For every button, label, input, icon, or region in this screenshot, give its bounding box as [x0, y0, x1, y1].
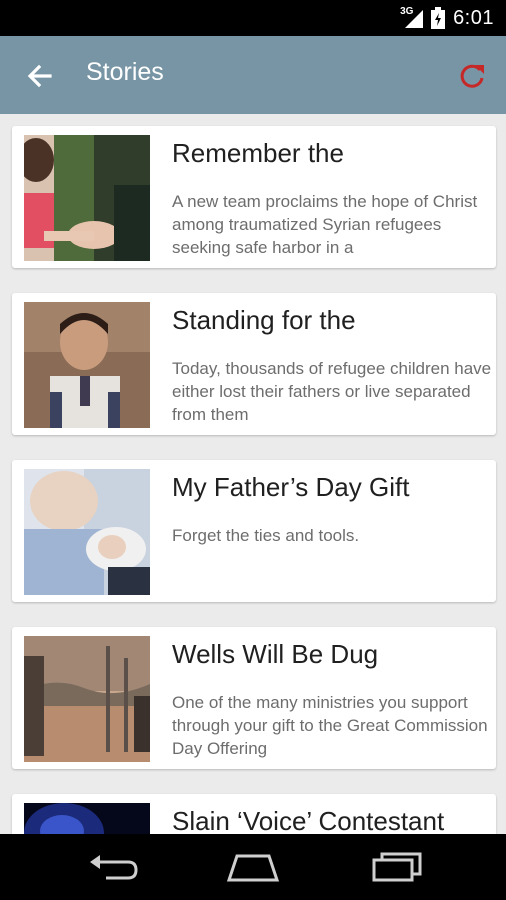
page-title: Stories	[86, 58, 164, 86]
refresh-icon[interactable]	[456, 60, 488, 92]
nav-home-icon[interactable]	[223, 850, 283, 884]
navigation-bar	[0, 834, 506, 900]
story-summary: Forget the ties and tools.	[172, 526, 360, 545]
story-list: Remember the A new team proclaims the ho…	[0, 114, 506, 834]
story-title: My Father’s Day Gift	[172, 472, 410, 502]
signal-icon: 3G	[400, 6, 424, 28]
story-card[interactable]: Remember the A new team proclaims the ho…	[12, 126, 496, 268]
story-thumbnail	[24, 636, 150, 762]
status-icons: 3G 6:01	[400, 0, 494, 36]
story-title: Wells Will Be Dug	[172, 639, 379, 669]
network-type-label: 3G	[400, 6, 414, 17]
app-bar: Stories	[0, 36, 506, 114]
nav-back-icon[interactable]	[84, 850, 144, 884]
story-title: Standing for the	[172, 305, 356, 335]
story-card[interactable]: Slain ‘Voice’ Contestant	[12, 794, 496, 834]
battery-icon	[431, 7, 446, 29]
story-thumbnail	[24, 803, 150, 834]
story-card[interactable]: My Father’s Day Gift Forget the ties and…	[12, 460, 496, 602]
nav-recents-icon[interactable]	[366, 850, 426, 884]
status-bar: 3G 6:01	[0, 0, 506, 36]
story-thumbnail	[24, 469, 150, 595]
arrow-left-icon[interactable]	[24, 60, 56, 92]
story-summary: One of the many ministries you support t…	[172, 693, 488, 758]
story-title: Remember the	[172, 138, 344, 168]
story-thumbnail	[24, 135, 150, 261]
story-card[interactable]: Standing for the Today, thousands of ref…	[12, 293, 496, 435]
clock: 6:01	[453, 6, 494, 29]
story-title: Slain ‘Voice’ Contestant	[172, 806, 445, 834]
story-summary: Today, thousands of refugee children hav…	[172, 359, 492, 424]
story-card[interactable]: Wells Will Be Dug One of the many minist…	[12, 627, 496, 769]
story-summary: A new team proclaims the hope of Christ …	[172, 192, 478, 257]
story-thumbnail	[24, 302, 150, 428]
